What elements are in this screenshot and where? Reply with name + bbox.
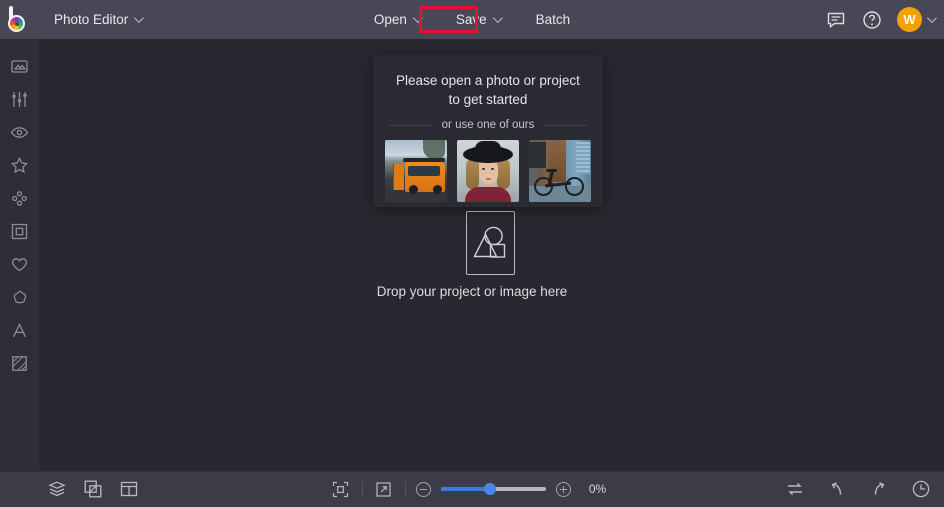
tool-sidebar [0, 39, 39, 471]
sidebar-item-effects[interactable] [0, 149, 39, 182]
fit-to-screen-icon[interactable] [330, 478, 352, 500]
app-menu-label: Photo Editor [54, 12, 129, 27]
footer-right-group [784, 471, 932, 507]
user-account-menu[interactable]: W [897, 7, 937, 32]
logo-color-wheel [8, 15, 25, 32]
sample-orange-van[interactable] [385, 140, 447, 202]
app-footer: 0% [0, 471, 944, 507]
drop-instruction-text: Drop your project or image here [376, 284, 568, 299]
sidebar-item-frames[interactable] [0, 347, 39, 380]
open-button-label: Open [373, 12, 407, 27]
zoom-slider-knob[interactable] [483, 483, 496, 495]
open-photo-popup: Please open a photo or project to get st… [373, 55, 603, 207]
footer-left-group [46, 471, 140, 507]
zoom-out-button[interactable] [415, 481, 431, 497]
chevron-down-icon [412, 13, 423, 24]
sidebar-item-graphics[interactable] [0, 248, 39, 281]
zoom-slider[interactable] [440, 483, 546, 495]
footer-separator [404, 480, 406, 498]
shapes-placeholder-icon[interactable] [466, 211, 515, 275]
chevron-down-icon [492, 13, 503, 24]
chevron-down-icon [926, 13, 937, 24]
app-header: Photo Editor Open Save Batch W [0, 0, 944, 39]
footer-separator [361, 480, 363, 498]
history-clock-icon[interactable] [910, 478, 932, 500]
zoom-level-value: 0% [588, 482, 607, 496]
zoom-slider-fill [440, 487, 490, 491]
header-right-group: W [825, 0, 937, 39]
layers-icon[interactable] [46, 478, 68, 500]
avatar: W [897, 7, 922, 32]
compare-icon[interactable] [784, 478, 806, 500]
befunky-logo[interactable] [0, 0, 39, 39]
batch-button[interactable]: Batch [525, 7, 582, 33]
help-icon[interactable] [861, 9, 883, 31]
sample-bicycle-wall[interactable] [529, 140, 591, 202]
chat-icon[interactable] [825, 9, 847, 31]
batch-button-label: Batch [535, 12, 571, 27]
sidebar-item-text[interactable] [0, 314, 39, 347]
popup-divider-row: or use one of ours [389, 119, 588, 131]
sidebar-item-overlays[interactable] [0, 215, 39, 248]
collage-grid-icon[interactable] [118, 478, 140, 500]
sidebar-item-photo[interactable] [0, 50, 39, 83]
sidebar-item-artsy[interactable] [0, 182, 39, 215]
open-button[interactable]: Open [363, 7, 431, 33]
photo-editor-app: Photo Editor Open Save Batch W Please op… [0, 0, 944, 507]
redo-icon[interactable] [868, 478, 890, 500]
save-button-label: Save [455, 12, 487, 27]
sample-thumbnails [373, 140, 603, 202]
chevron-down-icon [134, 13, 145, 24]
zoom-in-button[interactable] [555, 481, 571, 497]
fullscreen-icon[interactable] [373, 478, 395, 500]
sidebar-item-edit[interactable] [0, 83, 39, 116]
sample-portrait-hat[interactable] [457, 140, 519, 202]
popup-or-text: or use one of ours [441, 119, 535, 131]
app-menu-photo-editor[interactable]: Photo Editor [43, 7, 152, 33]
sidebar-item-touch-up[interactable] [0, 116, 39, 149]
save-button[interactable]: Save [445, 7, 511, 33]
divider-right [543, 124, 588, 126]
popup-title: Please open a photo or project to get st… [396, 73, 580, 107]
undo-icon[interactable] [826, 478, 848, 500]
image-overlay-icon[interactable] [82, 478, 104, 500]
divider-left [389, 124, 433, 126]
